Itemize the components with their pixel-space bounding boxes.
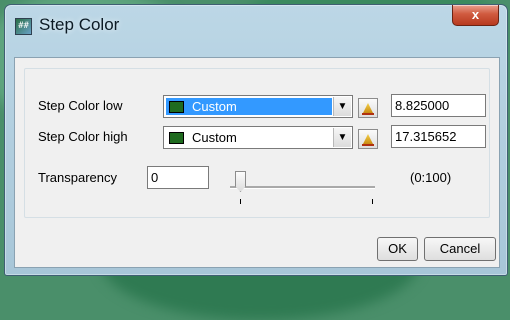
transparency-field[interactable]: 0 [147,166,209,189]
cancel-button[interactable]: Cancel [424,237,496,261]
slider-tick-min [240,199,241,204]
close-icon: x [471,7,480,22]
chevron-down-icon[interactable]: ▼ [333,128,351,147]
slider-track[interactable] [230,186,375,189]
color-swatch [169,131,184,144]
step-color-dialog: ## Step Color x Step Color low Custom ▼ … [4,4,508,276]
transparency-label: Transparency [38,170,117,185]
color-picker-icon [363,134,373,144]
step-color-low-selection: Custom [166,98,332,115]
step-color-high-selection: Custom [166,129,332,146]
step-color-low-value: Custom [192,99,237,114]
dialog-title: Step Color [39,15,120,34]
slider-tick-max [372,199,373,204]
step-color-high-label: Step Color high [38,129,128,144]
color-swatch [169,100,184,113]
step-color-high-picker-button[interactable] [358,129,378,149]
title-bar[interactable]: ## Step Color x [5,5,507,57]
step-color-low-label: Step Color low [38,98,123,113]
step-color-low-picker-button[interactable] [358,98,378,118]
step-color-low-field[interactable]: 8.825000 [391,94,486,117]
close-button[interactable]: x [452,5,499,26]
step-color-high-value: Custom [192,130,237,145]
ok-button[interactable]: OK [377,237,418,261]
step-color-low-select[interactable]: Custom ▼ [163,95,353,118]
transparency-range-label: (0:100) [410,170,452,185]
step-color-high-select[interactable]: Custom ▼ [163,126,353,149]
app-icon: ## [15,18,32,35]
color-picker-icon [363,103,373,113]
chevron-down-icon[interactable]: ▼ [333,97,351,116]
step-color-high-field[interactable]: 17.315652 [391,125,486,148]
